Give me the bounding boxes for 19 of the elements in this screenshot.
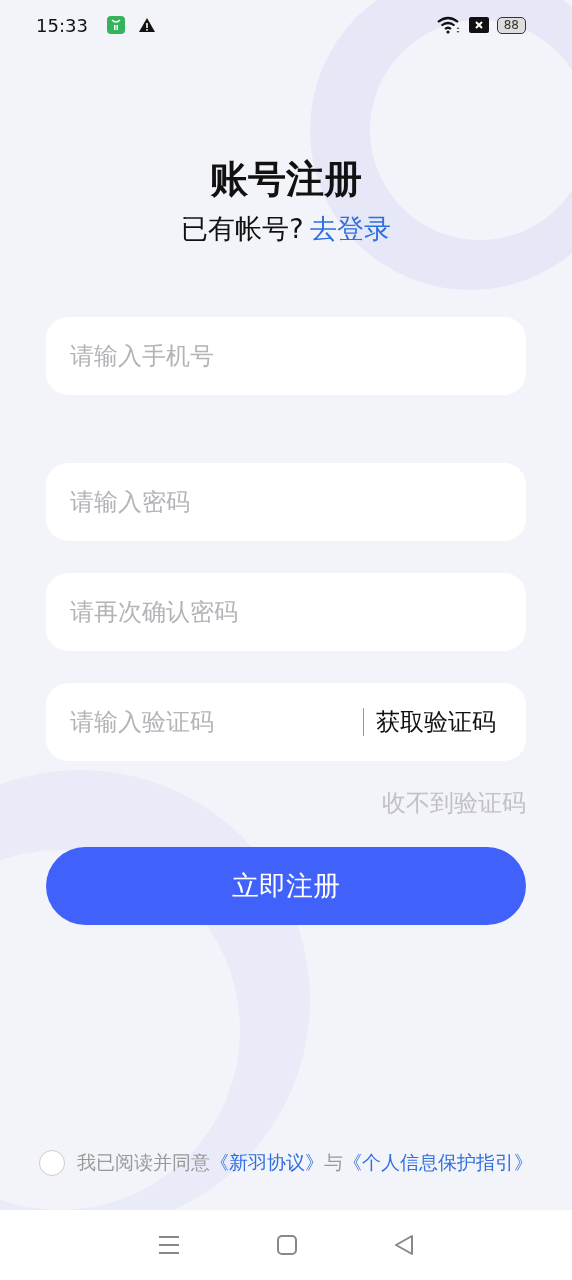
agreement-link[interactable]: 《新羽协议》 <box>210 1151 324 1173</box>
input-field[interactable]: 请输入密码 <box>46 463 526 541</box>
back-icon[interactable] <box>393 1235 414 1255</box>
home-icon[interactable] <box>277 1235 297 1255</box>
menu-icon[interactable] <box>158 1235 181 1255</box>
login-link[interactable]: 去登录 <box>309 211 391 247</box>
status-time: 15:33 <box>36 14 88 36</box>
page-title: 账号注册 <box>210 156 362 203</box>
app-notification-icon <box>105 15 126 35</box>
register-button[interactable]: 立即注册 <box>46 847 526 925</box>
input-field[interactable]: 请再次确认密码 <box>46 573 526 651</box>
privacy-link[interactable]: 《个人信息保护指引》 <box>343 1151 533 1173</box>
input-field[interactable]: 请输入验证码 获取验证码 <box>46 683 526 761</box>
agreement-text: 我已阅读并同意《新羽协议》与《个人信息保护指引》 <box>77 1150 533 1175</box>
get-code-link[interactable]: 获取验证码 <box>376 706 496 738</box>
wifi-icon <box>436 16 461 34</box>
warning-icon <box>137 17 156 33</box>
input-field[interactable]: 请输入手机号 <box>46 317 526 395</box>
login-prompt: 已有帐号? <box>181 212 304 246</box>
